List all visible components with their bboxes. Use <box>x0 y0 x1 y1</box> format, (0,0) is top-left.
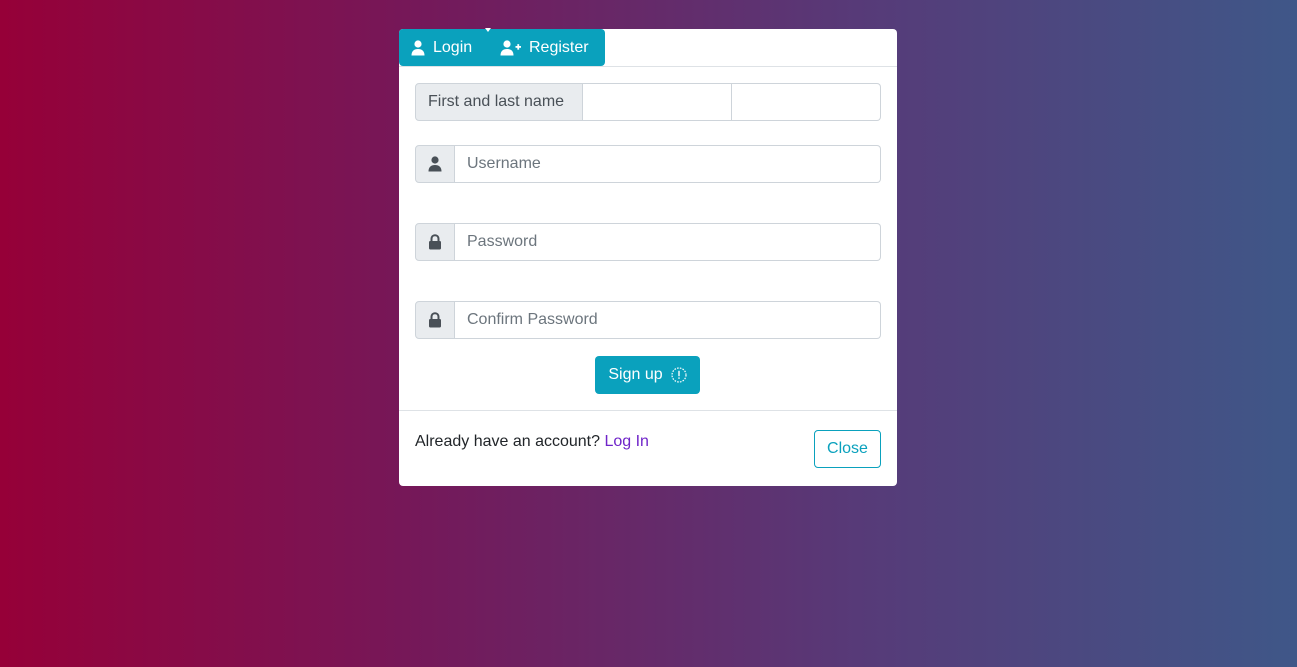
signup-button[interactable]: Sign up <box>595 356 700 394</box>
tab-register[interactable]: Register <box>487 29 605 66</box>
name-label: First and last name <box>415 83 583 121</box>
login-prompt: Already have an account? Log In <box>415 433 649 451</box>
register-modal: Login Register First and last name Usern… <box>399 28 897 487</box>
last-name-input[interactable] <box>732 83 881 121</box>
modal-header: Login Register <box>399 28 897 67</box>
login-prompt-text: Already have an account? <box>415 433 605 450</box>
exclamation-circle-icon <box>671 367 687 383</box>
user-plus-icon <box>500 39 521 56</box>
name-input-group: First and last name <box>415 83 881 121</box>
modal-footer: Already have an account? Log In Close <box>399 411 897 487</box>
password-input-group <box>415 223 881 261</box>
active-tab-indicator <box>485 28 491 32</box>
tab-login-label: Login <box>433 38 473 56</box>
confirm-password-input[interactable] <box>455 301 881 339</box>
signup-button-label: Sign up <box>608 366 663 383</box>
close-button[interactable]: Close <box>814 430 881 468</box>
user-icon <box>415 145 455 183</box>
login-link[interactable]: Log In <box>604 433 648 450</box>
tab-login[interactable]: Login <box>399 29 487 66</box>
lock-icon <box>415 301 455 339</box>
register-form: First and last name Username Sign up <box>399 67 897 411</box>
lock-icon <box>415 223 455 261</box>
username-input-group <box>415 145 881 183</box>
username-input[interactable] <box>455 145 881 183</box>
tab-register-label: Register <box>529 38 589 56</box>
password-input[interactable] <box>455 223 881 261</box>
user-icon <box>411 39 425 56</box>
confirm-password-input-group <box>415 301 881 339</box>
first-name-input[interactable] <box>583 83 732 121</box>
